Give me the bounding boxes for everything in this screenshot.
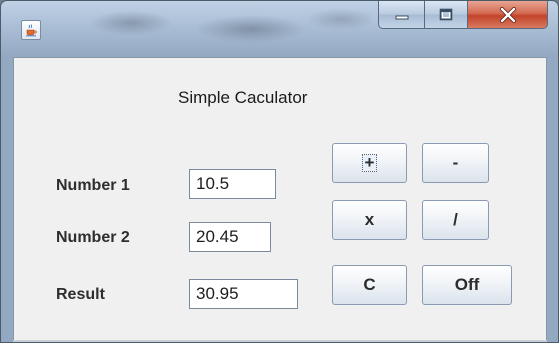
subtract-button[interactable]: - xyxy=(422,143,489,183)
number1-input[interactable]: 10.5 xyxy=(189,169,276,199)
divide-button[interactable]: / xyxy=(422,200,489,240)
result-label: Result xyxy=(56,286,105,303)
clear-button[interactable]: C xyxy=(332,265,407,305)
minimize-button[interactable] xyxy=(378,1,425,29)
subtract-button-label: - xyxy=(452,153,459,172)
close-icon xyxy=(499,6,516,23)
maximize-button[interactable] xyxy=(425,1,468,29)
add-button-label: + xyxy=(361,154,378,172)
window-bottom-edge xyxy=(13,340,547,342)
number2-label: Number 2 xyxy=(56,229,130,246)
off-button-label: Off xyxy=(454,275,480,294)
result-field[interactable]: 30.95 xyxy=(189,279,298,309)
off-button[interactable]: Off xyxy=(422,265,512,305)
title-bar-glass xyxy=(41,1,371,57)
window-frame: Simple Caculator Number 1 Number 2 Resul… xyxy=(0,0,559,343)
maximize-icon xyxy=(439,8,453,20)
calculator-panel: Simple Caculator Number 1 Number 2 Resul… xyxy=(13,57,547,342)
window-controls xyxy=(378,1,548,29)
close-button[interactable] xyxy=(468,1,548,29)
calculator-title: Simple Caculator xyxy=(178,88,308,107)
add-button[interactable]: + xyxy=(332,143,407,183)
java-cup-icon[interactable] xyxy=(21,20,41,40)
clear-button-label: C xyxy=(363,275,376,294)
minimize-icon xyxy=(395,15,408,19)
number1-label: Number 1 xyxy=(56,177,130,194)
divide-button-label: / xyxy=(453,210,458,229)
number2-input[interactable]: 20.45 xyxy=(189,222,271,252)
multiply-button-label: x xyxy=(364,210,375,229)
multiply-button[interactable]: x xyxy=(332,200,407,240)
